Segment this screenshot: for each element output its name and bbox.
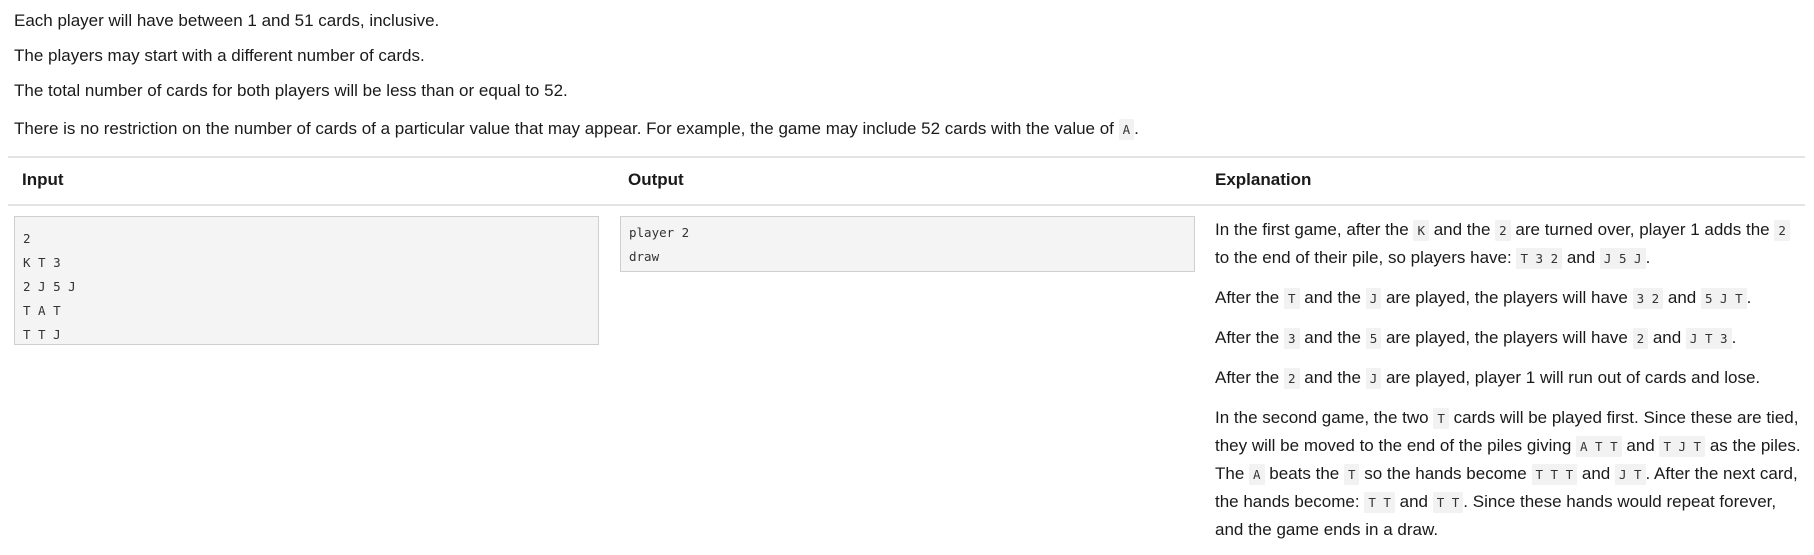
explanation-text: . bbox=[1746, 288, 1752, 307]
inline-code: A bbox=[1249, 464, 1265, 485]
inline-code: T bbox=[1343, 464, 1360, 485]
explanation-paragraph: After the T and the J are played, the pl… bbox=[1215, 284, 1805, 312]
explanation-text: In the first game, after the bbox=[1215, 220, 1414, 239]
restriction-label: There is no restriction on the number of… bbox=[14, 119, 1119, 138]
inline-code: 3 2 bbox=[1632, 288, 1664, 309]
explanation-text: are turned over, player 1 adds the bbox=[1510, 220, 1775, 239]
inline-code: 2 bbox=[1774, 220, 1790, 241]
explanation-cell: In the first game, after the K and the 2… bbox=[1215, 216, 1805, 555]
explanation-paragraph: In the first game, after the K and the 2… bbox=[1215, 216, 1805, 272]
header-input: Input bbox=[22, 170, 64, 189]
explanation-text: and the bbox=[1299, 328, 1366, 347]
explanation-text: beats the bbox=[1264, 464, 1344, 483]
explanation-text: . bbox=[1645, 248, 1651, 267]
inline-code: T bbox=[1433, 408, 1449, 429]
output-line: draw bbox=[629, 249, 660, 264]
inline-code: 2 bbox=[1283, 368, 1300, 389]
explanation-paragraph: After the 2 and the J are played, player… bbox=[1215, 364, 1805, 392]
explanation-text: are played, player 1 will run out of car… bbox=[1381, 368, 1761, 387]
inline-code: 2 bbox=[1495, 220, 1511, 241]
output-line: player 2 bbox=[629, 225, 690, 240]
inline-code: T J T bbox=[1659, 436, 1706, 457]
explanation-text: After the bbox=[1215, 288, 1284, 307]
explanation-text: and bbox=[1577, 464, 1615, 483]
table-top-divider bbox=[8, 156, 1805, 158]
inline-code: T bbox=[1283, 288, 1300, 309]
explanation-text: After the bbox=[1215, 328, 1284, 347]
input-line: K T 3 bbox=[23, 255, 61, 270]
inline-code: T 3 2 bbox=[1516, 248, 1563, 269]
inline-code: 2 bbox=[1632, 328, 1649, 349]
input-line: T T J bbox=[23, 327, 61, 342]
explanation-text: After the bbox=[1215, 368, 1284, 387]
explanation-text: and the bbox=[1428, 220, 1496, 239]
inline-code: J 5 J bbox=[1599, 248, 1646, 269]
inline-code: T T bbox=[1432, 492, 1464, 513]
explanation-paragraph: After the 3 and the 5 are played, the pl… bbox=[1215, 324, 1805, 352]
explanation-paragraph: In the second game, the two T cards will… bbox=[1215, 404, 1805, 543]
restriction-end: . bbox=[1134, 119, 1139, 138]
explanation-text: are played, the players will have bbox=[1381, 328, 1633, 347]
inline-code: 3 bbox=[1283, 328, 1300, 349]
explanation-text: . bbox=[1731, 328, 1737, 347]
inline-code: J bbox=[1365, 288, 1382, 309]
header-explanation: Explanation bbox=[1215, 170, 1312, 189]
explanation-text: and bbox=[1663, 288, 1701, 307]
inline-code: A bbox=[1118, 119, 1135, 140]
explanation-text: and bbox=[1648, 328, 1686, 347]
constraint-text: The total number of cards for both playe… bbox=[14, 81, 568, 100]
explanation-text: are played, the players will have bbox=[1381, 288, 1633, 307]
explanation-text: In the second game, the two bbox=[1215, 408, 1434, 427]
explanation-text: and bbox=[1621, 436, 1660, 455]
input-line: 2 bbox=[23, 231, 31, 246]
input-line: 2 J 5 J bbox=[23, 279, 76, 294]
inline-code: K bbox=[1413, 220, 1429, 241]
explanation-text: and the bbox=[1299, 368, 1366, 387]
inline-code: A T T bbox=[1576, 436, 1622, 457]
explanation-text: so the hands become bbox=[1359, 464, 1532, 483]
sample-output-box: player 2 draw bbox=[620, 216, 1195, 272]
constraint-text: Each player will have between 1 and 51 c… bbox=[14, 11, 440, 30]
explanation-text: to the end of their pile, so players hav… bbox=[1215, 248, 1517, 267]
table-header-divider bbox=[8, 204, 1805, 206]
inline-code: J bbox=[1365, 368, 1382, 389]
header-output: Output bbox=[628, 170, 684, 189]
inline-code: 5 J T bbox=[1700, 288, 1747, 309]
inline-code: T T T bbox=[1531, 464, 1578, 485]
explanation-text: and bbox=[1394, 492, 1433, 511]
restriction-text: There is no restriction on the number of… bbox=[14, 118, 1139, 141]
constraint-text: The players may start with a different n… bbox=[14, 46, 425, 65]
sample-input-box: 2 K T 3 2 J 5 J T A T T T J bbox=[14, 216, 599, 345]
inline-code: J T bbox=[1614, 464, 1646, 485]
inline-code: J T 3 bbox=[1685, 328, 1732, 349]
input-line: T A T bbox=[23, 303, 61, 318]
explanation-text: and bbox=[1562, 248, 1600, 267]
inline-code: T T bbox=[1364, 492, 1395, 513]
explanation-text: and the bbox=[1299, 288, 1366, 307]
inline-code: 5 bbox=[1365, 328, 1382, 349]
